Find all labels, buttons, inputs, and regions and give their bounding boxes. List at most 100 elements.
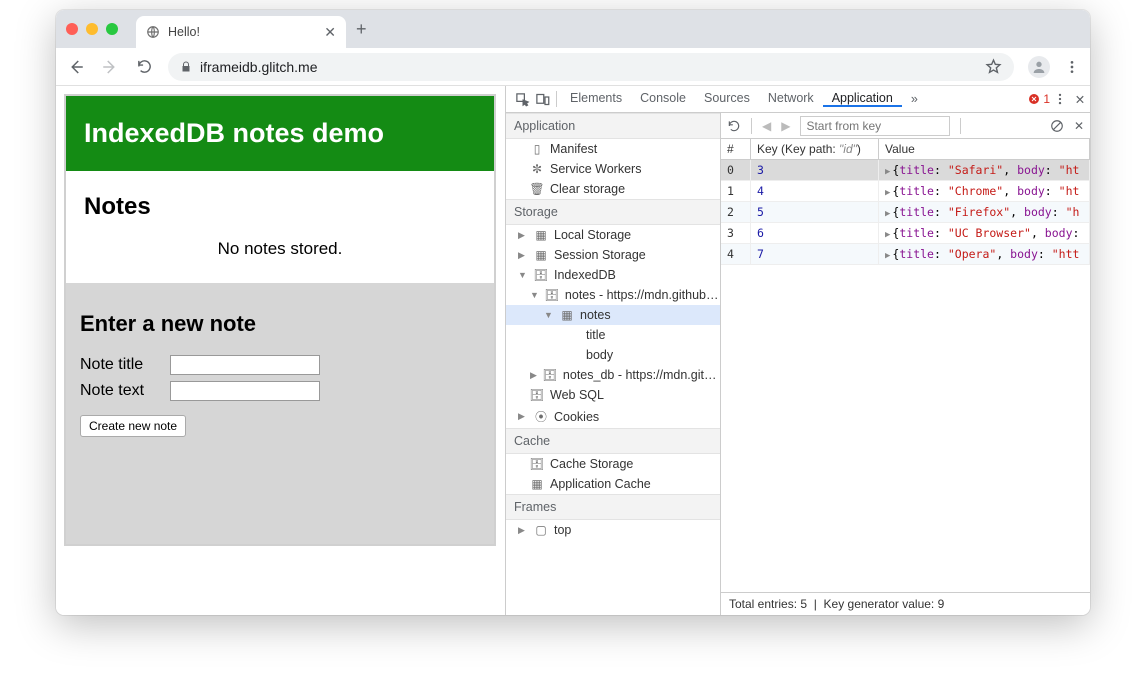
- page-container: IndexedDB notes demo Notes No notes stor…: [64, 94, 496, 546]
- sidebar-item-cache-storage[interactable]: 🗄Cache Storage: [506, 454, 720, 474]
- traffic-lights: [66, 23, 118, 35]
- frame-icon: ▢: [534, 523, 548, 537]
- note-form: Enter a new note Note title Note text Cr…: [66, 283, 494, 544]
- sidebar-item-indexeddb[interactable]: ▼🗄IndexedDB: [506, 265, 720, 285]
- close-window-button[interactable]: [66, 23, 78, 35]
- table-row[interactable]: 47▶{title: "Opera", body: "htt: [721, 244, 1090, 265]
- maximize-window-button[interactable]: [106, 23, 118, 35]
- col-header-value[interactable]: Value: [879, 139, 1090, 159]
- document-icon: ▯: [530, 142, 544, 156]
- refresh-button[interactable]: [727, 119, 741, 133]
- sidebar-item-websql[interactable]: 🗄Web SQL: [506, 385, 720, 405]
- page-next-button[interactable]: ▶: [781, 119, 790, 133]
- grid-icon: ▦: [534, 248, 548, 262]
- new-tab-button[interactable]: +: [356, 19, 367, 40]
- lock-icon: [180, 61, 192, 73]
- browser-window: Hello! ✕ + iframeidb.glitch.me: [56, 10, 1090, 615]
- close-tab-button[interactable]: ✕: [324, 24, 336, 41]
- cookie-icon: ⦿: [534, 408, 548, 425]
- back-button[interactable]: [66, 58, 86, 76]
- note-title-label: Note title: [80, 356, 166, 374]
- sidebar-item-service-workers[interactable]: ✼Service Workers: [506, 159, 720, 179]
- inspect-element-icon[interactable]: [512, 92, 532, 107]
- note-text-input[interactable]: [170, 381, 320, 401]
- forward-button[interactable]: [100, 58, 120, 76]
- error-count-badge[interactable]: 1: [1028, 92, 1050, 106]
- devtools-pane: ElementsConsoleSourcesNetworkApplication…: [505, 86, 1090, 615]
- sidebar-item-frame-top[interactable]: ▶▢top: [506, 520, 720, 540]
- devtools-tab-sources[interactable]: Sources: [695, 91, 759, 105]
- sidebar-item-idb-notes-store[interactable]: ▼▦notes: [506, 305, 720, 325]
- device-toolbar-icon[interactable]: [532, 92, 552, 107]
- title-bar: Hello! ✕ +: [56, 10, 1090, 48]
- col-header-index[interactable]: #: [721, 139, 751, 159]
- reload-button[interactable]: [134, 58, 154, 75]
- table-row[interactable]: 36▶{title: "UC Browser", body:: [721, 223, 1090, 244]
- page-title: IndexedDB notes demo: [66, 96, 494, 171]
- sidebar-item-idb-notes-db[interactable]: ▼🗄notes - https://mdn.github…: [506, 285, 720, 305]
- table-row[interactable]: 03▶{title: "Safari", body: "ht: [721, 160, 1090, 181]
- idb-footer: Total entries: 5 | Key generator value: …: [721, 592, 1090, 615]
- devtools-tabbar: ElementsConsoleSourcesNetworkApplication…: [506, 86, 1090, 113]
- star-icon[interactable]: [985, 58, 1002, 75]
- clear-object-store-button[interactable]: [1050, 119, 1064, 133]
- start-from-key-input[interactable]: [800, 116, 950, 136]
- devtools-tab-elements[interactable]: Elements: [561, 91, 631, 105]
- tab-title: Hello!: [168, 25, 200, 39]
- sidebar-item-idb-index-body[interactable]: body: [506, 345, 720, 365]
- page-pane: IndexedDB notes demo Notes No notes stor…: [56, 86, 505, 615]
- minimize-window-button[interactable]: [86, 23, 98, 35]
- sidebar-group-application: Application: [506, 113, 720, 139]
- devtools-tab-console[interactable]: Console: [631, 91, 695, 105]
- create-note-button[interactable]: Create new note: [80, 415, 186, 437]
- database-icon: 🗄: [530, 457, 544, 471]
- idb-header-row: # Key (Key path: "id") Value: [721, 139, 1090, 160]
- trash-icon: 🗑: [530, 182, 544, 196]
- sidebar-item-idb-index-title[interactable]: title: [506, 325, 720, 345]
- kebab-menu-icon[interactable]: [1064, 59, 1080, 75]
- devtools-settings-icon[interactable]: [1050, 92, 1070, 106]
- grid-icon: ▦: [560, 308, 574, 322]
- sidebar-group-frames: Frames: [506, 494, 720, 520]
- delete-selected-button[interactable]: ✕: [1074, 119, 1084, 133]
- devtools-tab-application[interactable]: Application: [823, 91, 902, 107]
- address-bar: iframeidb.glitch.me: [56, 48, 1090, 86]
- grid-icon: ▦: [534, 228, 548, 242]
- sidebar-item-manifest[interactable]: ▯Manifest: [506, 139, 720, 159]
- table-row[interactable]: 14▶{title: "Chrome", body: "ht: [721, 181, 1090, 202]
- url-text: iframeidb.glitch.me: [200, 59, 318, 75]
- browser-tab[interactable]: Hello! ✕: [136, 16, 346, 48]
- devtools-close-button[interactable]: ✕: [1070, 92, 1090, 107]
- table-row[interactable]: 25▶{title: "Firefox", body: "h: [721, 202, 1090, 223]
- sidebar-item-local-storage[interactable]: ▶▦Local Storage: [506, 225, 720, 245]
- notes-section: Notes No notes stored.: [66, 171, 494, 283]
- idb-toolbar: ◀ ▶ ✕: [721, 113, 1090, 139]
- col-header-key[interactable]: Key (Key path: "id"): [751, 139, 879, 159]
- no-notes-message: No notes stored.: [84, 239, 476, 259]
- devtools-main: ◀ ▶ ✕ # Key (Key path: "id"): [721, 113, 1090, 615]
- url-field[interactable]: iframeidb.glitch.me: [168, 53, 1014, 81]
- gear-icon: ✼: [530, 162, 544, 176]
- devtools-tab-network[interactable]: Network: [759, 91, 823, 105]
- content-split: IndexedDB notes demo Notes No notes stor…: [56, 86, 1090, 615]
- sidebar-item-cookies[interactable]: ▶⦿Cookies: [506, 405, 720, 428]
- page-prev-button[interactable]: ◀: [762, 119, 771, 133]
- note-title-input[interactable]: [170, 355, 320, 375]
- profile-avatar[interactable]: [1028, 56, 1050, 78]
- sidebar-item-clear-storage[interactable]: 🗑Clear storage: [506, 179, 720, 199]
- database-icon: 🗄: [534, 268, 548, 282]
- notes-heading: Notes: [84, 193, 476, 221]
- database-icon: 🗄: [530, 388, 544, 402]
- database-icon: 🗄: [543, 368, 557, 382]
- grid-icon: ▦: [530, 477, 544, 491]
- database-icon: 🗄: [545, 288, 559, 302]
- note-text-label: Note text: [80, 382, 166, 400]
- sidebar-group-storage: Storage: [506, 199, 720, 225]
- devtools-sidebar: Application ▯Manifest ✼Service Workers 🗑…: [506, 113, 721, 615]
- more-tabs-button[interactable]: »: [902, 86, 927, 112]
- sidebar-item-idb-notesdb2[interactable]: ▶🗄notes_db - https://mdn.git…: [506, 365, 720, 385]
- sidebar-group-cache: Cache: [506, 428, 720, 454]
- form-heading: Enter a new note: [80, 311, 480, 337]
- sidebar-item-application-cache[interactable]: ▦Application Cache: [506, 474, 720, 494]
- sidebar-item-session-storage[interactable]: ▶▦Session Storage: [506, 245, 720, 265]
